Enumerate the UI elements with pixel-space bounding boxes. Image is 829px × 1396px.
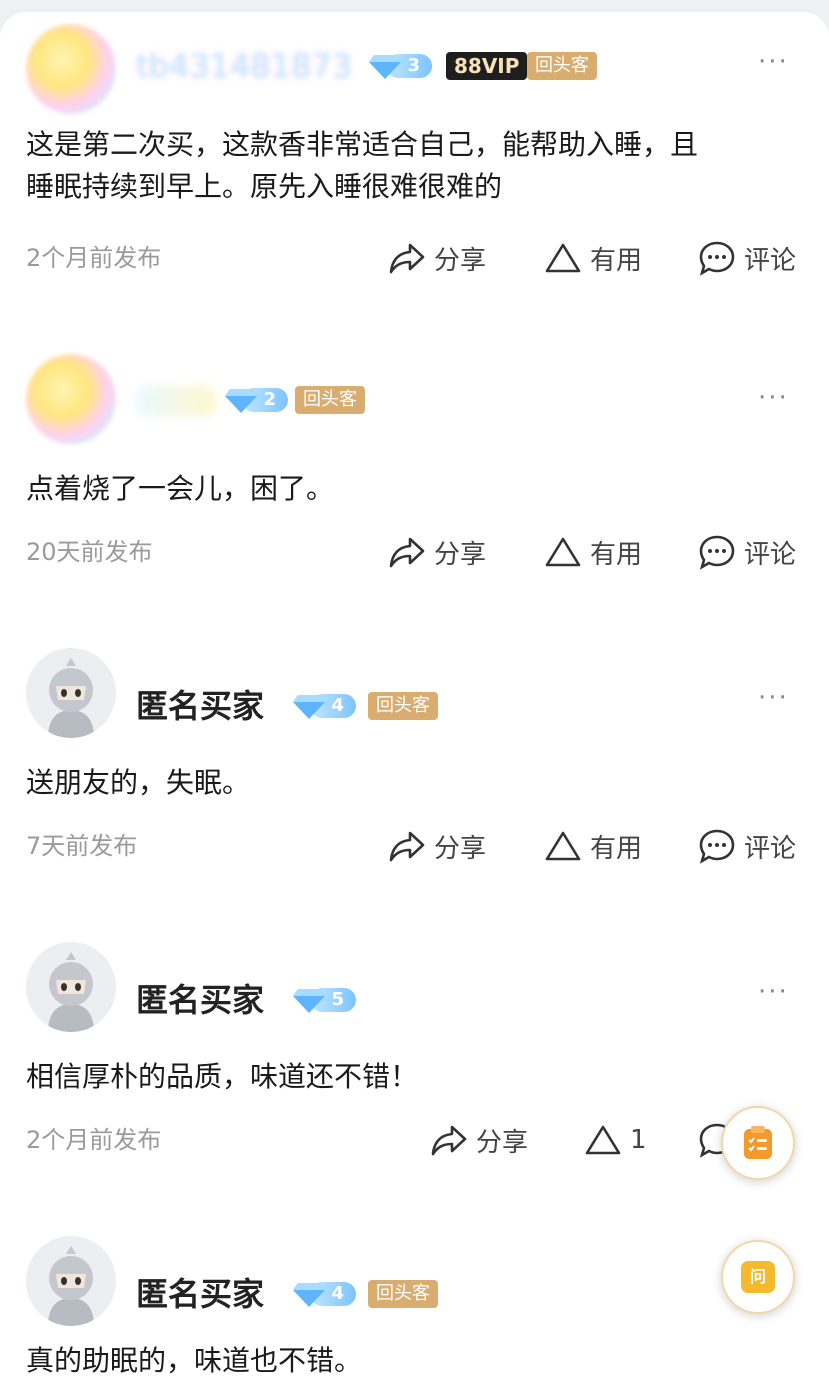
ninja-avatar-icon xyxy=(26,942,116,1032)
triangle-up-icon xyxy=(585,1125,621,1155)
anonymous-avatar[interactable] xyxy=(26,648,116,738)
level-badge: 3 xyxy=(368,52,434,80)
diamond-icon xyxy=(293,989,325,1013)
diamond-icon xyxy=(369,55,401,79)
username[interactable]: 匿名买家 xyxy=(136,976,264,1024)
ninja-avatar-icon xyxy=(26,648,116,738)
diamond-icon xyxy=(293,1283,325,1307)
comment-bubble-icon xyxy=(699,241,735,276)
level-badge: 4 xyxy=(292,692,358,720)
triangle-up-icon xyxy=(545,831,581,861)
level-badge: 2 xyxy=(224,386,290,414)
username[interactable]: 匿名买家 xyxy=(136,1270,264,1318)
review-item: 匿名买家 4 回头客 ··· 送朋友的，失眠。 7天前发布 分享 有用 评论 xyxy=(0,606,829,900)
anonymous-avatar[interactable] xyxy=(26,942,116,1032)
review-item: 匿名买家 4 回头客 真的助眠的，味道也不错。 xyxy=(0,1194,829,1396)
level-badge: 4 xyxy=(292,1280,358,1308)
review-text: 点着烧了一会儿，困了。 xyxy=(26,472,335,505)
more-dots-icon[interactable]: ··· xyxy=(758,49,800,76)
triangle-up-icon xyxy=(545,243,581,273)
floating-list-button[interactable] xyxy=(721,1106,795,1180)
review-time: 2个月前发布 xyxy=(26,1126,162,1154)
share-button[interactable]: 分享 xyxy=(388,826,486,866)
review-item: 匿名买家 5 ··· 相信厚朴的品质，味道还不错！ 2个月前发布 分享 1 xyxy=(0,900,829,1194)
review-time: 20天前发布 xyxy=(26,538,153,566)
review-text: 这是第二次买，这款香非常适合自己，能帮助入睡，且 睡眠持续到早上。原先入睡很难很… xyxy=(26,128,699,203)
review-list: tb431481873 3 88VIP 回头客 ··· 这是第二次买，这款香非常… xyxy=(0,12,829,1396)
review-time: 2个月前发布 xyxy=(26,244,162,272)
useful-button[interactable]: 1 xyxy=(584,1120,647,1160)
anonymous-avatar[interactable] xyxy=(26,1236,116,1326)
review-item: tb431481873 3 88VIP 回头客 ··· 这是第二次买，这款香非常… xyxy=(0,12,829,312)
comment-bubble-icon xyxy=(699,829,735,864)
share-icon xyxy=(431,1125,467,1156)
username[interactable]: tb431481873 xyxy=(136,42,352,90)
useful-button[interactable]: 有用 xyxy=(544,238,642,278)
vip-badge: 88VIP xyxy=(446,52,528,80)
floating-ask-button[interactable]: 问 xyxy=(721,1240,795,1314)
comment-button[interactable]: 评论 xyxy=(698,826,796,866)
comment-button[interactable]: 评论 xyxy=(698,532,796,572)
username[interactable]: 匿名买家 xyxy=(136,682,264,730)
review-time: 7天前发布 xyxy=(26,832,138,860)
comment-button[interactable]: 评论 xyxy=(698,238,796,278)
repeat-customer-tag: 回头客 xyxy=(368,692,438,720)
repeat-customer-tag: 回头客 xyxy=(368,1280,438,1308)
ask-icon: 问 xyxy=(741,1261,775,1293)
more-dots-icon[interactable]: ··· xyxy=(758,979,800,1006)
more-dots-icon[interactable]: ··· xyxy=(758,685,800,712)
repeat-customer-tag: 回头客 xyxy=(295,386,365,414)
level-badge: 5 xyxy=(292,986,358,1014)
user-avatar[interactable] xyxy=(26,24,116,114)
ninja-avatar-icon xyxy=(26,1236,116,1326)
user-avatar[interactable] xyxy=(26,354,116,444)
review-text: 真的助眠的，味道也不错。 xyxy=(26,1344,363,1377)
useful-count: 1 xyxy=(630,1125,647,1155)
share-button[interactable]: 分享 xyxy=(388,238,486,278)
share-button[interactable]: 分享 xyxy=(388,532,486,572)
review-item: 2 回头客 ··· 点着烧了一会儿，困了。 20天前发布 分享 有用 评论 xyxy=(0,312,829,606)
comment-bubble-icon xyxy=(699,535,735,570)
diamond-icon xyxy=(293,695,325,719)
share-icon xyxy=(389,537,425,568)
diamond-icon xyxy=(225,389,257,413)
username[interactable] xyxy=(136,386,216,416)
share-icon xyxy=(389,243,425,274)
share-icon xyxy=(389,831,425,862)
shopping-list-icon xyxy=(744,1126,772,1159)
review-text: 送朋友的，失眠。 xyxy=(26,766,251,799)
useful-button[interactable]: 有用 xyxy=(544,826,642,866)
more-dots-icon[interactable]: ··· xyxy=(758,385,800,412)
useful-button[interactable]: 有用 xyxy=(544,532,642,572)
review-text: 相信厚朴的品质，味道还不错！ xyxy=(26,1060,419,1093)
repeat-customer-tag: 回头客 xyxy=(527,52,597,80)
triangle-up-icon xyxy=(545,537,581,567)
share-button[interactable]: 分享 xyxy=(430,1120,528,1160)
